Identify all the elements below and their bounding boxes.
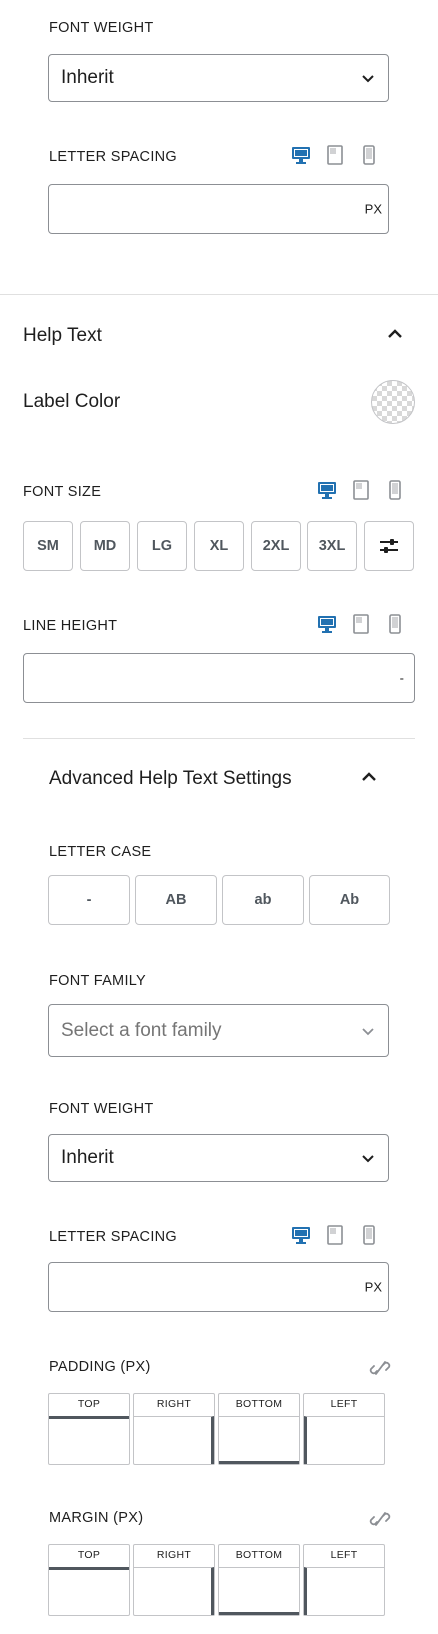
device-switcher [291,144,379,166]
unlink-icon[interactable] [369,1508,391,1530]
line-height-unit[interactable]: - [400,671,404,686]
letter-case-label: LETTER CASE [49,844,152,860]
chevron-up-icon[interactable] [386,325,404,343]
padding-right-input[interactable] [134,1416,214,1464]
unlink-icon[interactable] [369,1357,391,1379]
label-color-swatch[interactable] [371,380,415,424]
padding-bottom-label: BOTTOM [235,1398,283,1410]
font-weight-value: Inherit [61,67,114,88]
advanced-settings-title: Advanced Help Text Settings [49,768,292,789]
tablet-icon[interactable] [351,613,371,635]
letter-spacing-label: LETTER SPACING [49,149,178,165]
font-size-md-button[interactable]: MD [80,521,130,571]
letter-spacing-input[interactable]: PX [48,184,389,234]
help-text-title: Help Text [23,325,102,346]
font-weight-label: FONT WEIGHT [49,20,154,36]
margin-label: MARGIN (PX) [49,1510,144,1526]
padding-bottom-input[interactable] [219,1416,299,1464]
font-weight-value: Inherit [61,1147,114,1168]
font-size-xl-button[interactable]: XL [194,521,244,571]
font-size-sm-button[interactable]: SM [23,521,73,571]
mobile-icon[interactable] [385,479,405,501]
font-size-label: FONT SIZE [23,484,102,500]
margin-right-label: RIGHT [156,1549,192,1561]
padding-left-input[interactable] [304,1416,384,1464]
font-family-select[interactable]: Select a font family [48,1004,389,1057]
device-switcher [291,1224,379,1246]
mobile-icon[interactable] [359,1224,379,1246]
padding-label: PADDING (PX) [49,1359,151,1375]
margin-left-field[interactable]: LEFT [303,1544,385,1616]
font-family-placeholder: Select a font family [61,1019,222,1041]
letter-case-capitalize-button[interactable]: Ab [309,875,390,925]
custom-size-button[interactable] [364,521,414,571]
margin-bottom-label: BOTTOM [235,1549,283,1561]
padding-right-field[interactable]: RIGHT [133,1393,215,1465]
padding-top-label: TOP [77,1398,101,1410]
margin-bottom-input[interactable] [219,1567,299,1615]
font-size-3xl-button[interactable]: 3XL [307,521,357,571]
margin-top-field[interactable]: TOP [48,1544,130,1616]
mobile-icon[interactable] [385,613,405,635]
margin-right-input[interactable] [134,1567,214,1615]
margin-top-label: TOP [77,1549,101,1561]
desktop-icon[interactable] [291,144,311,166]
padding-bottom-field[interactable]: BOTTOM [218,1393,300,1465]
desktop-icon[interactable] [317,479,337,501]
letter-spacing-label: LETTER SPACING [49,1229,178,1245]
tablet-icon[interactable] [351,479,371,501]
margin-left-label: LEFT [330,1549,358,1561]
desktop-icon[interactable] [291,1224,311,1246]
label-color-label: Label Color [23,391,121,412]
letter-spacing-unit[interactable]: PX [365,202,382,217]
chevron-down-icon [362,1027,374,1035]
section-divider [0,294,438,295]
chevron-up-icon[interactable] [360,768,378,786]
desktop-icon[interactable] [317,613,337,635]
font-weight-select[interactable]: Inherit [48,1134,389,1182]
font-weight-label: FONT WEIGHT [49,1101,154,1117]
chevron-down-icon [362,1155,374,1163]
mobile-icon[interactable] [359,144,379,166]
padding-left-field[interactable]: LEFT [303,1393,385,1465]
letter-case-none-button[interactable]: - [48,875,130,925]
tablet-icon[interactable] [325,1224,345,1246]
margin-top-input[interactable] [49,1567,129,1615]
letter-case-upper-button[interactable]: AB [135,875,217,925]
device-switcher [317,479,405,501]
margin-bottom-field[interactable]: BOTTOM [218,1544,300,1616]
font-family-label: FONT FAMILY [49,973,147,989]
margin-left-input[interactable] [304,1567,384,1615]
font-size-2xl-button[interactable]: 2XL [251,521,301,571]
line-height-input[interactable]: - [23,653,415,703]
line-height-label: LINE HEIGHT [23,618,118,634]
padding-right-label: RIGHT [156,1398,192,1410]
font-size-lg-button[interactable]: LG [137,521,187,571]
sliders-icon [380,539,398,553]
padding-top-field[interactable]: TOP [48,1393,130,1465]
letter-spacing-unit[interactable]: PX [365,1280,382,1295]
letter-spacing-input[interactable]: PX [48,1262,389,1312]
font-weight-select[interactable]: Inherit [48,54,389,102]
device-switcher [317,613,405,635]
padding-left-label: LEFT [330,1398,358,1410]
section-divider [23,738,415,739]
margin-right-field[interactable]: RIGHT [133,1544,215,1616]
tablet-icon[interactable] [325,144,345,166]
letter-case-lower-button[interactable]: ab [222,875,304,925]
chevron-down-icon [362,75,374,83]
padding-top-input[interactable] [49,1416,129,1464]
